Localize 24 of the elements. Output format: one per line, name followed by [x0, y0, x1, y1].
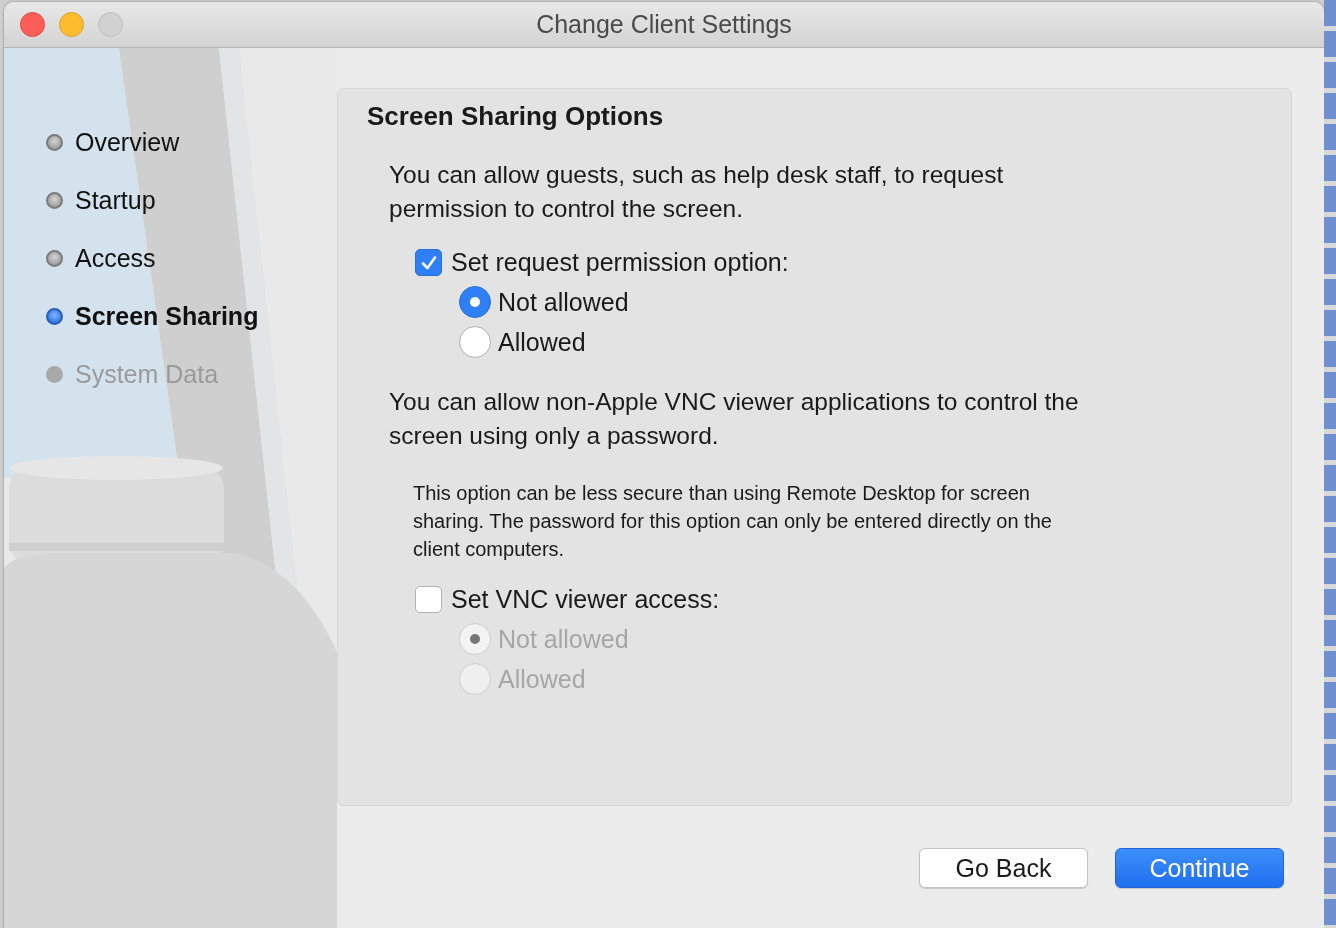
description-text: You can allow guests, such as help desk staff, to request permission to control the screen.	[389, 160, 1005, 224]
radio-label: Not allowed	[498, 287, 629, 318]
radio-label: Allowed	[498, 327, 586, 358]
section-title: Screen Sharing Options	[367, 101, 665, 132]
window-title: Change Client Settings	[536, 10, 792, 39]
radio-label: Not allowed	[498, 624, 629, 655]
checkbox-label: Set VNC viewer access:	[451, 585, 720, 614]
note-text: This option can be less secure than using Remote Desktop for screen sharing. The password for this option can only be entered directly on the client computers.	[413, 481, 1053, 562]
checkbox[interactable]	[415, 586, 442, 613]
radio-button[interactable]	[459, 326, 491, 358]
go-back-button[interactable]: Go Back	[919, 848, 1088, 888]
description-text: You can allow non-Apple VNC viewer applications to control the screen using only a password.	[389, 387, 1080, 451]
sidebar-step[interactable]: Startup	[75, 182, 156, 218]
sidebar-step[interactable]: Overview	[75, 124, 180, 160]
sidebar-step[interactable]: Access	[75, 240, 156, 276]
radio-button[interactable]	[459, 286, 491, 318]
checkbox-label: Set request permission option:	[451, 248, 789, 277]
checkbox[interactable]	[415, 249, 442, 276]
zoom-button[interactable]	[98, 12, 123, 37]
radio-label: Allowed	[498, 664, 586, 695]
close-button[interactable]	[20, 12, 45, 37]
continue-button[interactable]: Continue	[1115, 848, 1284, 888]
sidebar-step[interactable]: Screen Sharing	[75, 298, 259, 334]
minimize-button[interactable]	[59, 12, 84, 37]
